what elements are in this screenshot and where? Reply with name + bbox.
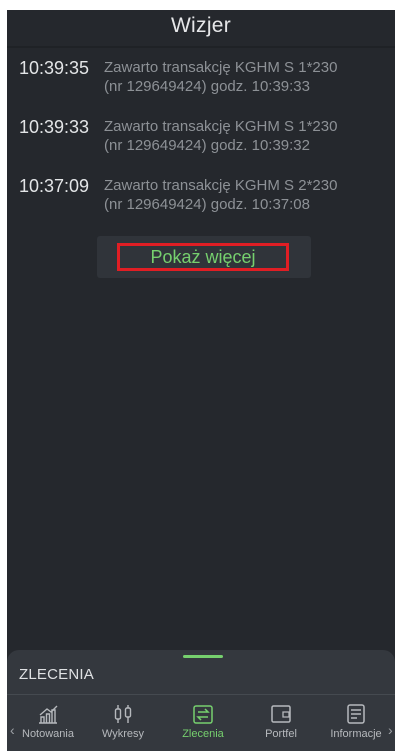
sheet-title: ZLECENIA xyxy=(19,666,94,683)
nav-label: Wykresy xyxy=(101,728,145,740)
candlestick-icon xyxy=(114,705,132,723)
nav-label: Notowania xyxy=(22,728,74,740)
app-screen: Wizjer 10:39:35 Zawarto transakcję KGHM … xyxy=(7,10,395,751)
nav-item-wykresy[interactable]: Wykresy xyxy=(88,700,158,751)
swap-icon xyxy=(193,705,213,724)
nav-item-portfel[interactable]: Portfel xyxy=(246,700,316,751)
chart-icon xyxy=(39,705,58,724)
event-message-line2: (nr 129649424) godz. 10:37:08 xyxy=(104,196,310,213)
chevron-right-icon[interactable]: › xyxy=(388,722,393,738)
sheet-drag-handle[interactable] xyxy=(183,655,223,658)
event-message: Zawarto transakcję KGHM S 2*230 (nr 1296… xyxy=(104,176,389,214)
bottom-navigation: ‹ Notowania Wykresy Zlecenia Portfel Inf… xyxy=(7,700,395,751)
event-message-line2: (nr 129649424) godz. 10:39:32 xyxy=(104,137,310,154)
bottom-sheet[interactable]: ZLECENIA ‹ Notowania Wykresy Zlecenia Po… xyxy=(7,650,395,751)
page-title: Wizjer xyxy=(170,14,232,37)
event-message-line2: (nr 129649424) godz. 10:39:33 xyxy=(104,78,310,95)
nav-label: Portfel xyxy=(265,728,297,740)
nav-item-notowania[interactable]: Notowania xyxy=(13,700,83,751)
header-divider xyxy=(7,46,395,48)
event-message-line1: Zawarto transakcję KGHM S 1*230 xyxy=(104,59,338,76)
event-message-line1: Zawarto transakcję KGHM S 1*230 xyxy=(104,118,338,135)
sheet-divider xyxy=(7,694,395,695)
event-row[interactable]: 10:37:09 Zawarto transakcję KGHM S 2*230… xyxy=(7,172,395,220)
nav-label: Informacje xyxy=(330,728,382,740)
event-message: Zawarto transakcję KGHM S 1*230 (nr 1296… xyxy=(104,58,389,96)
show-more-label: Pokaż więcej xyxy=(117,243,289,271)
nav-item-informacje[interactable]: Informacje xyxy=(321,700,391,751)
nav-item-zlecenia[interactable]: Zlecenia xyxy=(168,700,238,751)
news-icon xyxy=(347,704,365,724)
event-time: 10:39:35 xyxy=(19,58,90,78)
event-time: 10:37:09 xyxy=(19,176,90,196)
nav-label: Zlecenia xyxy=(182,728,224,740)
event-message: Zawarto transakcję KGHM S 1*230 (nr 1296… xyxy=(104,117,389,155)
wallet-icon xyxy=(271,705,291,723)
event-row[interactable]: 10:39:33 Zawarto transakcję KGHM S 1*230… xyxy=(7,113,395,161)
event-row[interactable]: 10:39:35 Zawarto transakcję KGHM S 1*230… xyxy=(7,54,395,102)
show-more-button[interactable]: Pokaż więcej xyxy=(97,236,311,278)
event-message-line1: Zawarto transakcję KGHM S 2*230 xyxy=(104,177,338,194)
event-time: 10:39:33 xyxy=(19,117,90,137)
